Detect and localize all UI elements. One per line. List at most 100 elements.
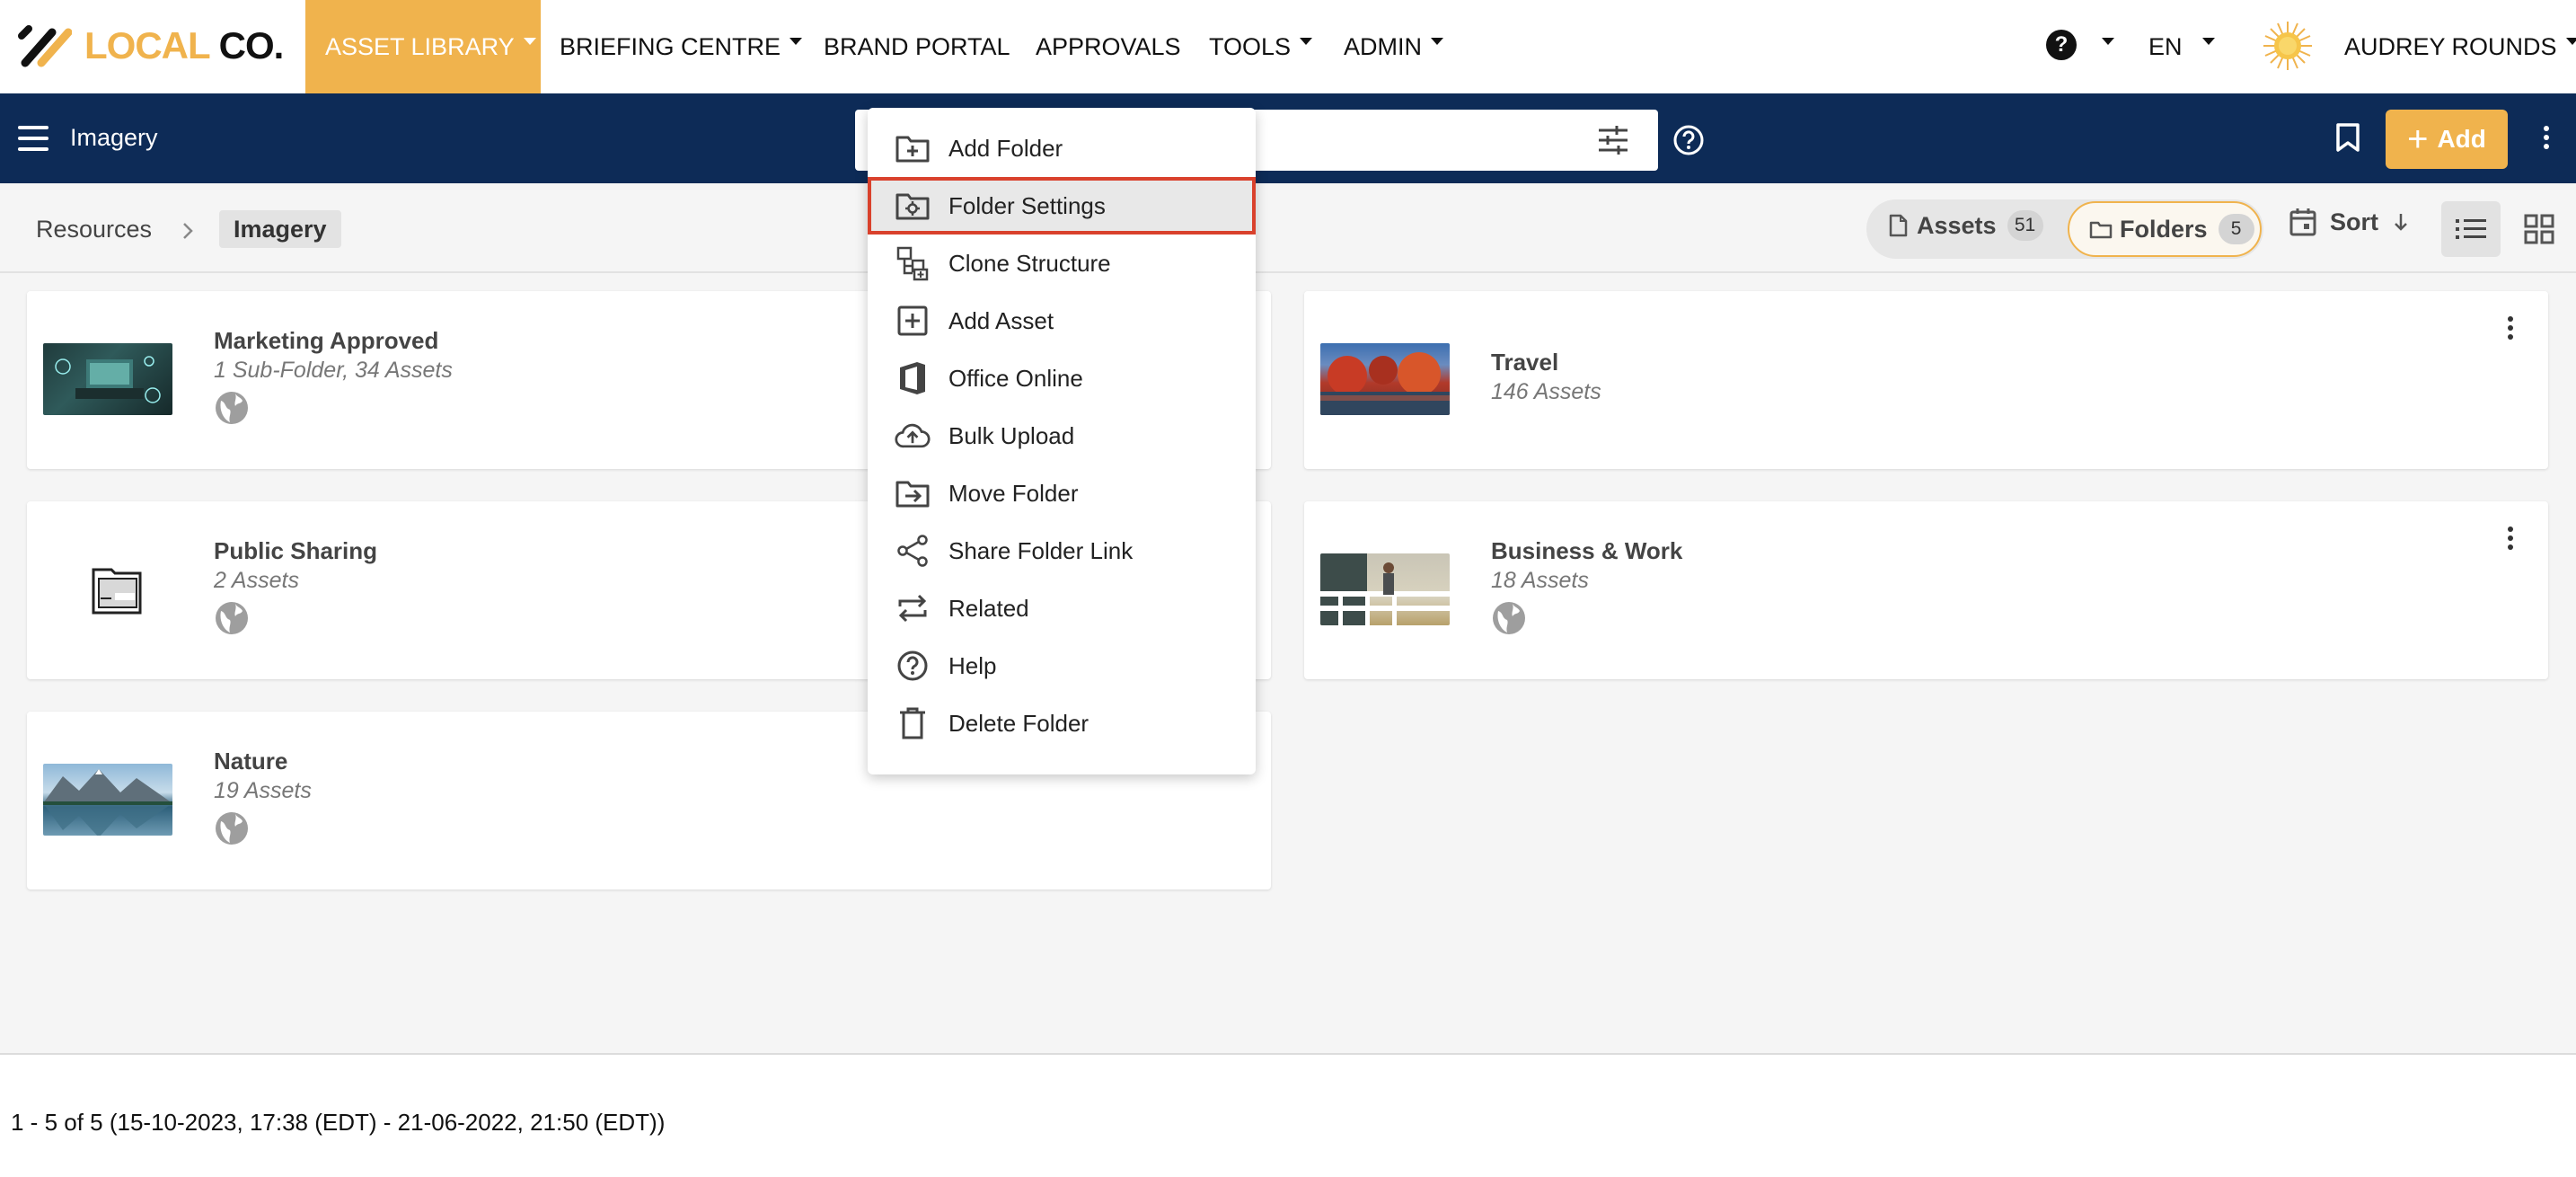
- logo-mark-icon: [18, 25, 72, 67]
- plus-icon: +: [2407, 119, 2429, 159]
- caret-down-icon: [523, 38, 536, 45]
- menu-item-add-folder[interactable]: Add Folder: [868, 119, 1256, 177]
- folders-filter-button[interactable]: Folders 5: [2068, 201, 2262, 257]
- trash-icon: [895, 705, 931, 741]
- menu-item-label: Help: [948, 651, 997, 679]
- menu-item-bulk-upload[interactable]: Bulk Upload: [868, 407, 1256, 465]
- language-selector[interactable]: EN: [2148, 0, 2215, 93]
- sort-label: Sort: [2330, 208, 2378, 235]
- nav-admin[interactable]: ADMIN: [1344, 0, 1443, 93]
- menu-item-label: Folder Settings: [948, 191, 1106, 219]
- folder-card-travel[interactable]: Travel 146 Assets: [1304, 291, 2548, 469]
- menu-item-office-online[interactable]: Office Online: [868, 350, 1256, 407]
- folder-title: Marketing Approved: [214, 327, 439, 354]
- filter-sliders-icon[interactable]: [1597, 124, 1629, 156]
- menu-item-help[interactable]: Help: [868, 637, 1256, 695]
- nav-admin-label: ADMIN: [1344, 32, 1422, 60]
- user-menu[interactable]: AUDREY ROUNDS: [2344, 0, 2576, 93]
- more-options-icon[interactable]: [2543, 126, 2550, 153]
- add-button[interactable]: + Add: [2386, 110, 2508, 169]
- logo-text-co: CO.: [218, 24, 285, 66]
- menu-item-delete-folder[interactable]: Delete Folder: [868, 695, 1256, 752]
- add-button-label: Add: [2437, 125, 2486, 153]
- menu-item-label: Add Folder: [948, 134, 1063, 162]
- file-icon: [1889, 214, 1908, 237]
- user-name: AUDREY ROUNDS: [2344, 32, 2557, 60]
- card-more-options-icon[interactable]: [2507, 316, 2514, 343]
- folder-subtitle: 19 Assets: [214, 778, 312, 803]
- caret-down-icon: [1431, 38, 1443, 45]
- current-folder-title: Imagery: [70, 124, 158, 151]
- nav-tools[interactable]: TOOLS: [1209, 0, 1313, 93]
- folder-card-business-work[interactable]: Business & Work 18 Assets: [1304, 501, 2548, 679]
- sort-button[interactable]: Sort: [2289, 207, 2409, 237]
- caret-down-icon: [2201, 38, 2215, 45]
- nav-approvals[interactable]: APPROVALS: [1036, 0, 1181, 93]
- office-icon: [895, 360, 931, 396]
- square-plus-icon: [895, 303, 931, 339]
- folder-context-menu: Add Folder Folder Settings Clone Structu…: [868, 108, 1256, 774]
- folder-thumbnail: [43, 764, 172, 836]
- logo-text-local: LOCAL: [84, 24, 211, 66]
- list-icon: [2456, 219, 2486, 239]
- pagination-range-text: 1 - 5 of 5 (15-10-2023, 17:38 (EDT) - 21…: [11, 1109, 666, 1136]
- folder-thumbnail: [1320, 343, 1450, 415]
- folder-subtitle: 1 Sub-Folder, 34 Assets: [214, 358, 453, 383]
- globe-icon: [1493, 602, 1525, 634]
- assets-count-badge: 51: [2007, 210, 2043, 241]
- globe-icon: [216, 602, 248, 634]
- user-avatar[interactable]: [2262, 20, 2314, 72]
- nav-brand-portal[interactable]: BRAND PORTAL: [824, 0, 1010, 93]
- help-menu-icon[interactable]: ?: [2046, 30, 2077, 60]
- menu-item-related[interactable]: Related: [868, 580, 1256, 637]
- breadcrumb: Resources Imagery Assets 51 Folders 5 So…: [0, 183, 2576, 273]
- menu-item-label: Move Folder: [948, 479, 1079, 507]
- share-icon: [895, 533, 931, 569]
- hamburger-menu-icon[interactable]: [18, 126, 49, 151]
- globe-icon: [216, 812, 248, 845]
- folder-gear-icon: [895, 188, 931, 224]
- menu-item-label: Related: [948, 594, 1029, 622]
- menu-item-folder-settings[interactable]: Folder Settings: [868, 177, 1256, 235]
- menu-item-label: Bulk Upload: [948, 421, 1075, 449]
- language-label: EN: [2148, 32, 2183, 60]
- nav-briefing-centre-label: BRIEFING CENTRE: [560, 32, 781, 60]
- breadcrumb-resources[interactable]: Resources: [36, 216, 152, 243]
- folder-title: Travel: [1491, 349, 1559, 376]
- folder-title: Nature: [214, 748, 288, 774]
- search-help-icon[interactable]: [1672, 124, 1705, 156]
- caret-down-icon: [1300, 38, 1313, 45]
- nav-asset-library[interactable]: ASSET LIBRARY: [305, 0, 541, 93]
- menu-item-add-asset[interactable]: Add Asset: [868, 292, 1256, 350]
- folder-icon: [2089, 221, 2113, 239]
- folder-subtitle: 146 Assets: [1491, 379, 1601, 404]
- nav-approvals-label: APPROVALS: [1036, 32, 1181, 60]
- assets-filter-button[interactable]: Assets 51: [1888, 210, 2043, 241]
- menu-item-move-folder[interactable]: Move Folder: [868, 465, 1256, 522]
- menu-item-share-folder-link[interactable]: Share Folder Link: [868, 522, 1256, 580]
- nav-briefing-centre[interactable]: BRIEFING CENTRE: [560, 0, 803, 93]
- help-menu-caret[interactable]: [2093, 0, 2114, 93]
- logo[interactable]: LOCAL CO.: [16, 18, 285, 74]
- nav-tools-label: TOOLS: [1209, 32, 1292, 60]
- menu-item-clone-structure[interactable]: Clone Structure: [868, 235, 1256, 292]
- folders-count-badge: 5: [2218, 214, 2254, 244]
- cloud-upload-icon: [895, 418, 931, 454]
- top-navigation-bar: LOCAL CO. ASSET LIBRARY BRIEFING CENTRE B…: [0, 0, 2576, 93]
- card-more-options-icon[interactable]: [2507, 527, 2514, 553]
- nav-brand-portal-label: BRAND PORTAL: [824, 32, 1010, 60]
- bookmark-icon[interactable]: [2335, 122, 2360, 153]
- clone-structure-icon: [895, 245, 931, 281]
- menu-item-label: Add Asset: [948, 306, 1054, 334]
- breadcrumb-imagery[interactable]: Imagery: [219, 210, 341, 248]
- folder-thumbnail: [43, 343, 172, 415]
- folder-thumbnail: [1320, 553, 1450, 625]
- menu-item-label: Office Online: [948, 364, 1083, 392]
- folder-thumbnail: [43, 553, 172, 625]
- menu-item-label: Delete Folder: [948, 709, 1090, 737]
- help-circle-icon: [895, 648, 931, 684]
- list-view-button[interactable]: [2441, 201, 2501, 257]
- globe-icon: [216, 392, 248, 424]
- grid-view-icon[interactable]: [2524, 214, 2554, 244]
- assets-filter-label: Assets: [1917, 211, 1997, 239]
